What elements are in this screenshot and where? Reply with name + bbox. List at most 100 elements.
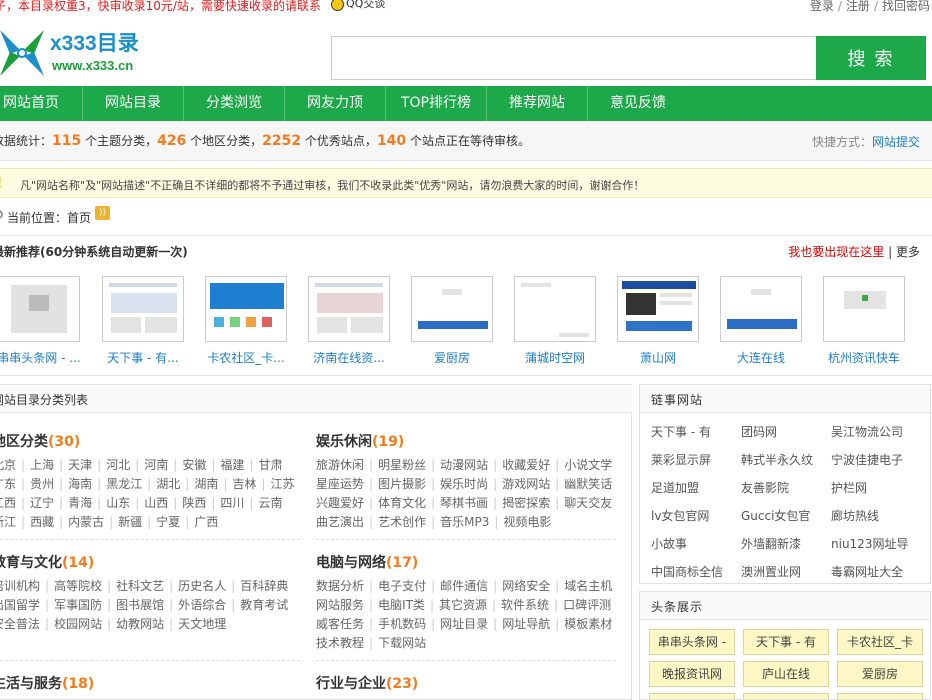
category-link[interactable]: 高等院校 <box>54 577 102 594</box>
category-group-title[interactable]: 行业与企业(23) <box>316 673 418 693</box>
category-link[interactable]: 西藏 <box>30 513 54 530</box>
friend-link[interactable]: 外墙翻新漆 <box>741 535 801 552</box>
category-link[interactable]: 天文地理 <box>178 615 226 632</box>
category-link[interactable]: 海南 <box>68 475 92 492</box>
category-link[interactable]: 软件系统 <box>501 596 549 613</box>
login-link[interactable]: 登录 <box>810 0 834 13</box>
headline-tag[interactable]: 天下事 - 有 <box>743 629 829 655</box>
category-link[interactable]: 社科文艺 <box>116 577 164 594</box>
breadcrumb-home[interactable]: 首页 <box>67 211 91 225</box>
category-link[interactable]: 口碑评测 <box>563 596 611 613</box>
nav-categories[interactable]: 分类浏览 <box>184 86 284 121</box>
site-thumbnail[interactable] <box>720 276 802 342</box>
category-link[interactable]: 幼教网站 <box>116 615 164 632</box>
nav-directory[interactable]: 网站目录 <box>83 86 183 121</box>
headline-tag[interactable] <box>649 693 735 699</box>
category-link[interactable]: 曲艺演出 <box>316 513 364 530</box>
headline-tag[interactable] <box>837 693 923 699</box>
category-link[interactable]: 艺术创作 <box>378 513 426 530</box>
category-link[interactable]: 动漫网站 <box>440 456 488 473</box>
nav-top-voted[interactable]: 网友力顶 <box>285 86 385 121</box>
friend-link[interactable]: 足道加盟 <box>651 479 699 496</box>
category-link[interactable]: 安全普法 <box>0 615 40 632</box>
headline-tag[interactable]: 爱厨房 <box>837 661 923 687</box>
friend-link[interactable]: 莱彩显示屏 <box>651 451 711 468</box>
category-link[interactable]: 甘肃 <box>258 456 282 473</box>
headline-tag[interactable]: 串串头条网 - <box>649 629 735 655</box>
category-link[interactable]: 旅游休闲 <box>316 456 364 473</box>
friend-link[interactable]: 毒霸网址大全 <box>831 563 903 580</box>
category-link[interactable]: 教育考试 <box>240 596 288 613</box>
category-link[interactable]: 游戏网站 <box>502 475 550 492</box>
category-link[interactable]: 数据分析 <box>316 577 364 594</box>
category-link[interactable]: 电脑IT类 <box>378 596 425 613</box>
search-input[interactable] <box>331 36 817 80</box>
headline-tag[interactable]: 晚报资讯网 <box>649 661 735 687</box>
thumbnail-caption[interactable]: 天下事 - 有... <box>98 349 188 366</box>
rss-icon[interactable]: )) <box>95 206 110 220</box>
site-thumbnail[interactable] <box>0 276 80 342</box>
category-link[interactable]: 电子支付 <box>378 577 426 594</box>
site-thumbnail[interactable] <box>411 276 493 342</box>
category-link[interactable]: 四川 <box>220 494 244 511</box>
forgot-password-link[interactable]: 找回密码 <box>882 0 930 13</box>
category-link[interactable]: 琴棋书画 <box>440 494 488 511</box>
logo-text[interactable]: x333目录 <box>50 27 139 57</box>
category-link[interactable]: 幽默笑话 <box>564 475 612 492</box>
category-link[interactable]: 模板素材 <box>564 615 612 632</box>
category-link[interactable]: 江苏 <box>270 475 294 492</box>
site-thumbnail[interactable] <box>102 276 184 342</box>
category-link[interactable]: 吉林 <box>232 475 256 492</box>
search-button[interactable]: 搜 索 <box>816 36 926 80</box>
friend-link[interactable]: 小故事 <box>651 535 687 552</box>
category-link[interactable]: 河南 <box>144 456 168 473</box>
category-link[interactable]: 网络安全 <box>502 577 550 594</box>
friend-link[interactable]: 中国商标全信 <box>651 563 723 580</box>
register-link[interactable]: 注册 <box>846 0 870 13</box>
category-link[interactable]: 贵州 <box>30 475 54 492</box>
category-link[interactable]: 体育文化 <box>378 494 426 511</box>
headline-tag[interactable] <box>743 693 829 699</box>
category-link[interactable]: 广西 <box>194 513 218 530</box>
thumbnail-caption[interactable]: 大连在线 <box>716 349 806 366</box>
category-link[interactable]: 天津 <box>68 456 92 473</box>
category-link[interactable]: 小说文学 <box>564 456 612 473</box>
category-link[interactable]: 明星粉丝 <box>378 456 426 473</box>
category-link[interactable]: 校园网站 <box>54 615 102 632</box>
thumbnail-caption[interactable]: 济南在线资... <box>304 349 394 366</box>
thumbnail-caption[interactable]: 杭州资讯快车 <box>819 349 909 366</box>
category-link[interactable]: 百科辞典 <box>240 577 288 594</box>
thumbnail-caption[interactable]: 爱厨房 <box>407 349 497 366</box>
site-thumbnail[interactable] <box>308 276 390 342</box>
thumbnail-caption[interactable]: 卡农社区_卡... <box>201 349 291 366</box>
thumbnail-caption[interactable]: 萧山网 <box>613 349 703 366</box>
logo-icon[interactable] <box>0 24 52 82</box>
logo-url[interactable]: www.x333.cn <box>52 58 133 73</box>
friend-link[interactable]: 廊坊热线 <box>831 507 879 524</box>
category-group-title[interactable]: 教育与文化(14) <box>0 552 94 572</box>
category-link[interactable]: 外语综合 <box>178 596 226 613</box>
friend-link[interactable]: 宁波佳捷电子 <box>831 451 903 468</box>
category-link[interactable]: 安徽 <box>182 456 206 473</box>
friend-link[interactable]: 团码网 <box>741 423 777 440</box>
friend-link[interactable]: niu123网址导 <box>831 535 908 552</box>
thumbnail-caption[interactable]: 蒲城时空网 <box>510 349 600 366</box>
category-link[interactable]: 网址目录 <box>440 615 488 632</box>
category-link[interactable]: 辽宁 <box>30 494 54 511</box>
friend-link[interactable]: 护栏网 <box>831 479 867 496</box>
category-link[interactable]: 手机数码 <box>378 615 426 632</box>
category-link[interactable]: 福建 <box>220 456 244 473</box>
category-link[interactable]: 收藏爱好 <box>502 456 550 473</box>
category-link[interactable]: 黑龙江 <box>106 475 142 492</box>
friend-link[interactable]: Gucci女包官 <box>741 507 810 524</box>
category-link[interactable]: 湖北 <box>156 475 180 492</box>
friend-link[interactable]: 吴江物流公司 <box>831 423 903 440</box>
category-link[interactable]: 云南 <box>258 494 282 511</box>
category-link[interactable]: 音乐MP3 <box>440 513 489 530</box>
category-link[interactable]: 军事国防 <box>54 596 102 613</box>
headline-tag[interactable]: 庐山在线 <box>743 661 829 687</box>
category-group-title[interactable]: 电脑与网络(17) <box>316 552 418 572</box>
category-link[interactable]: 北京 <box>0 456 16 473</box>
category-link[interactable]: 技术教程 <box>316 634 364 651</box>
category-link[interactable]: 星座运势 <box>316 475 364 492</box>
